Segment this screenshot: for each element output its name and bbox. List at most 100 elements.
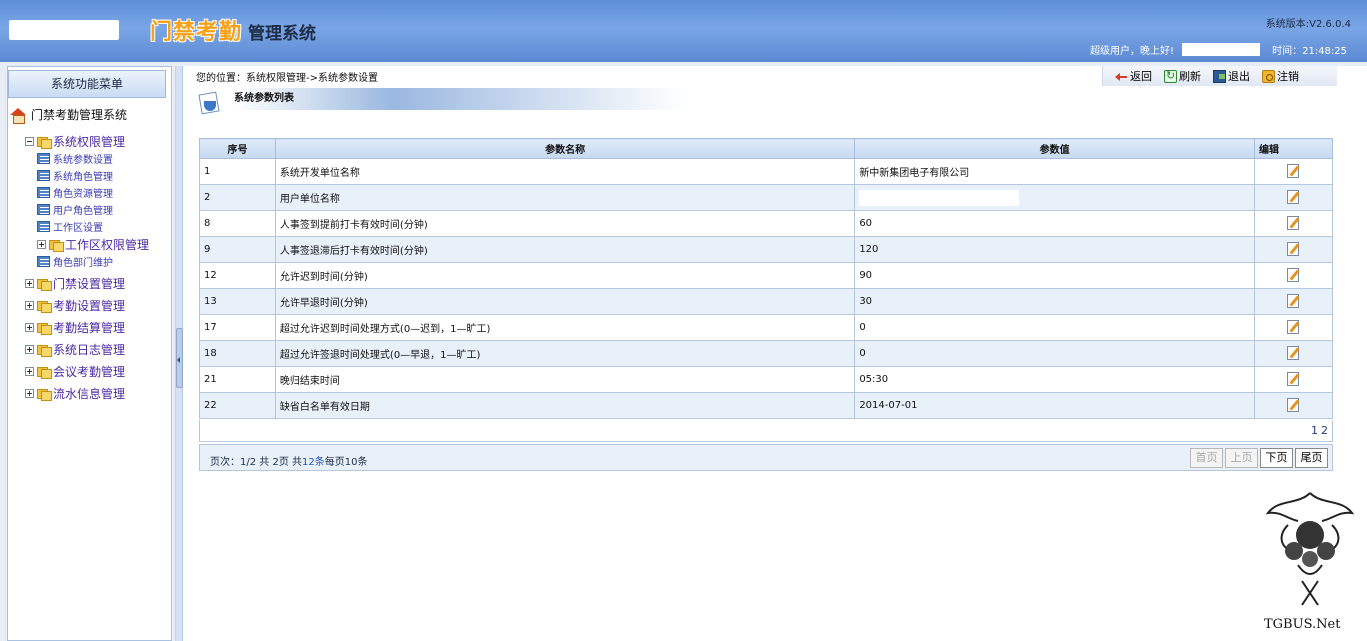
sidebar-group-meeting-attendance[interactable]: 会议考勤管理 [25, 363, 125, 380]
sidebar-item-user-role[interactable]: 用户角色管理 [37, 202, 113, 217]
sidebar-item-workspace-permission[interactable]: 工作区权限管理 [37, 236, 149, 253]
sidebar-group-flow-info[interactable]: 流水信息管理 [25, 385, 125, 402]
pager-info-suffix: 每页10条 [324, 457, 368, 468]
sidebar-item-role-department[interactable]: 角色部门维护 [37, 254, 113, 269]
folder-icon [37, 388, 52, 401]
cell-id: 9 [199, 236, 276, 263]
sidebar-group-label: 系统日志管理 [53, 343, 126, 357]
edit-icon[interactable] [1286, 189, 1301, 204]
column-header-edit: 编辑 [1254, 138, 1333, 159]
edit-icon[interactable] [1286, 397, 1301, 412]
next-page-button[interactable]: 下页 [1260, 448, 1293, 468]
cell-edit [1254, 392, 1333, 419]
cell-id: 22 [199, 392, 276, 419]
first-page-button[interactable]: 首页 [1190, 448, 1223, 468]
expand-icon[interactable] [25, 345, 34, 354]
parameter-table: 序号 参数名称 参数值 编辑 1 系统开发单位名称 新中新集团电子有限公司 2 用户单位… [199, 138, 1333, 419]
expand-icon[interactable] [25, 367, 34, 376]
table-row: 18 超过允许签退时间处理式(0—早退，1—旷工) 0 [199, 340, 1333, 367]
dragon-emblem-icon [1265, 492, 1355, 606]
sidebar-item-label: 系统角色管理 [53, 172, 113, 183]
sidebar-group-attendance-settlement[interactable]: 考勤结算管理 [25, 319, 125, 336]
tree-root-label: 门禁考勤管理系统 [31, 108, 128, 122]
pager-links-row: 12 [199, 420, 1333, 442]
prev-page-button[interactable]: 上页 [1225, 448, 1258, 468]
sidebar-item-param-settings[interactable]: 系统参数设置 [37, 151, 113, 166]
column-header-name: 参数名称 [274, 138, 856, 159]
sidebar-item-workspace[interactable]: 工作区设置 [37, 219, 103, 234]
sidebar-group-label: 门禁设置管理 [53, 277, 126, 291]
back-button[interactable]: 返回 [1115, 68, 1152, 84]
cell-edit [1254, 288, 1333, 315]
folder-icon [37, 300, 52, 313]
cell-param-value: 0 [854, 314, 1256, 341]
logout-icon [1262, 69, 1275, 83]
page-links: 12 [1308, 424, 1328, 437]
document-icon [198, 91, 220, 113]
folder-icon [37, 322, 52, 335]
refresh-button[interactable]: 刷新 [1164, 68, 1201, 84]
table-icon [37, 170, 50, 181]
edit-icon[interactable] [1286, 215, 1301, 230]
expand-icon[interactable] [25, 279, 34, 288]
exit-button[interactable]: 退出 [1213, 68, 1250, 84]
pager-buttons: 首页 上页 下页 尾页 [1188, 448, 1328, 468]
cell-edit [1254, 262, 1333, 289]
cell-edit [1254, 184, 1333, 211]
expand-icon[interactable] [25, 323, 34, 332]
cell-param-name: 人事签到提前打卡有效时间(分钟) [274, 210, 856, 237]
page-link-1[interactable]: 1 [1311, 424, 1318, 437]
sidebar-group-access-control[interactable]: 门禁设置管理 [25, 275, 125, 292]
expand-icon[interactable] [37, 240, 46, 249]
collapse-icon[interactable] [25, 137, 34, 146]
edit-icon[interactable] [1286, 163, 1301, 178]
table-row: 2 用户单位名称 [199, 184, 1333, 211]
cell-param-value: 05:30 [854, 366, 1256, 393]
page-link-2[interactable]: 2 [1321, 424, 1328, 437]
collapse-arrow-icon[interactable] [177, 357, 180, 363]
brand-title-highlight: 门禁考勤 [150, 19, 243, 45]
sidebar-item-role-mgmt[interactable]: 系统角色管理 [37, 168, 113, 183]
edit-icon[interactable] [1286, 267, 1301, 282]
logout-button[interactable]: 注销 [1262, 68, 1299, 84]
edit-icon[interactable] [1286, 371, 1301, 386]
table-row: 17 超过允许迟到时间处理方式(0—迟到，1—旷工) 0 [199, 314, 1333, 341]
table-row: 21 晚归结束时间 05:30 [199, 366, 1333, 393]
table-row: 22 缺省白名单有效日期 2014-07-01 [199, 392, 1333, 419]
edit-icon[interactable] [1286, 345, 1301, 360]
table-row: 9 人事签退滞后打卡有效时间(分钟) 120 [199, 236, 1333, 263]
edit-icon[interactable] [1286, 293, 1301, 308]
section-title: 系统参数列表 [234, 93, 294, 104]
last-page-button[interactable]: 尾页 [1295, 448, 1328, 468]
pager-record-count: 12条 [302, 457, 325, 468]
sidebar-group-system-log[interactable]: 系统日志管理 [25, 341, 125, 358]
logout-label: 注销 [1277, 70, 1299, 83]
table-icon [37, 204, 50, 215]
folder-icon [49, 239, 64, 252]
pager-bar: 页次：1/2 共 2页 共12条每页10条 首页 上页 下页 尾页 [199, 444, 1333, 471]
refresh-icon [1164, 69, 1177, 83]
sidebar-group-label: 流水信息管理 [53, 387, 126, 401]
sidebar-splitter[interactable] [176, 66, 183, 641]
tree-root[interactable]: 门禁考勤管理系统 [10, 106, 128, 124]
sidebar-group-system-permission[interactable]: 系统权限管理 [25, 133, 125, 150]
column-header-id: 序号 [199, 138, 276, 159]
cell-edit [1254, 340, 1333, 367]
sidebar-group-attendance-settings[interactable]: 考勤设置管理 [25, 297, 125, 314]
sidebar-item-label: 系统参数设置 [53, 155, 113, 166]
expand-icon[interactable] [25, 301, 34, 310]
sidebar-item-role-resource[interactable]: 角色资源管理 [37, 185, 113, 200]
cell-param-value: 新中新集团电子有限公司 [854, 158, 1256, 185]
cell-param-name: 晚归结束时间 [274, 366, 856, 393]
edit-icon[interactable] [1286, 319, 1301, 334]
edit-icon[interactable] [1286, 241, 1301, 256]
pager-info-prefix: 页次：1/2 共 2页 共 [210, 457, 302, 468]
user-status-line: 超级用户，晚上好! 时间：21:48:25 [1090, 42, 1347, 57]
expand-icon[interactable] [25, 389, 34, 398]
home-icon [10, 107, 26, 124]
cell-param-name: 超过允许签退时间处理式(0—早退，1—旷工) [274, 340, 856, 367]
app-window: 门禁考勤 管理系统 系统版本:V2.6.0.4 超级用户，晚上好! 时间：21:4… [0, 0, 1367, 641]
sidebar-group-label: 系统权限管理 [53, 135, 126, 149]
cell-param-value: 2014-07-01 [854, 392, 1256, 419]
folder-icon [37, 136, 52, 149]
